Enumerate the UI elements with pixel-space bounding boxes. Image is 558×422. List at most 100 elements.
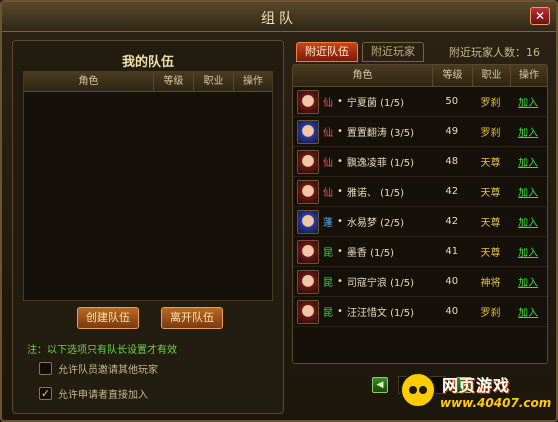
- table-row: 仙 • 宁夏菌 (1/5) 50 罗刹 加入: [293, 87, 547, 117]
- avatar: [297, 89, 319, 114]
- faction-label: 仙: [323, 158, 333, 169]
- avatar: [297, 179, 319, 204]
- column-header-action: 操作: [243, 76, 263, 87]
- tab-nearby-teams[interactable]: 附近队伍: [296, 42, 358, 62]
- role-cell: 仙 • 雅诺、 (1/5): [293, 179, 432, 204]
- level-cell: 42: [445, 186, 459, 197]
- nearby-rows: 仙 • 宁夏菌 (1/5) 50 罗刹 加入仙 • 置置翻涛 (3/5) 49 罗刹 加入仙 • 飘逸凌…: [293, 87, 547, 327]
- column-header-action: 操作: [519, 70, 539, 81]
- column-header-role: 角色: [293, 65, 433, 86]
- nearby-team-list: 角色 等级 职业 操作 仙 • 宁夏菌 (1/5) 50 罗刹 加入仙 • 置置翻涛 (3/5…: [292, 64, 548, 364]
- logo-text: 网页游戏: [442, 376, 511, 395]
- team-window: 组队 ✕ 我的队伍 角色 等级 职业 操作 创建队伍 离开队伍 注：以下选项只有…: [0, 0, 558, 422]
- tab-nearby-players[interactable]: 附近玩家: [362, 42, 424, 62]
- bullet-icon: •: [337, 276, 343, 287]
- job-cell: 天尊: [480, 188, 501, 199]
- allow-direct-join-label: 允许申请者直接加入: [58, 390, 148, 401]
- column-header-role: 角色: [24, 72, 154, 91]
- faction-label: 仙: [323, 188, 333, 199]
- role-cell: 仙 • 置置翻涛 (3/5): [293, 119, 432, 144]
- team-name: 飘逸凌菲 (1/5): [346, 158, 414, 169]
- prev-page-button[interactable]: ◀: [372, 377, 388, 393]
- bullet-icon: •: [337, 186, 343, 197]
- faction-label: 蓬: [323, 218, 333, 229]
- level-cell: 41: [445, 246, 459, 257]
- bullet-icon: •: [337, 156, 343, 167]
- join-button[interactable]: 加入: [509, 154, 547, 169]
- faction-label: 昆: [323, 308, 333, 319]
- close-button[interactable]: ✕: [530, 7, 550, 25]
- table-row: 昆 • 墨香 (1/5) 41 天尊 加入: [293, 237, 547, 267]
- faction-label: 仙: [323, 128, 333, 139]
- window-title: 组队: [261, 11, 297, 27]
- column-header-job: 职业: [473, 65, 511, 86]
- join-button[interactable]: 加入: [509, 184, 547, 199]
- level-cell: 40: [445, 276, 459, 287]
- bullet-icon: •: [337, 246, 343, 257]
- level-cell: 42: [445, 216, 459, 227]
- table-row: 昆 • 司寇宁浪 (1/5) 40 神将 加入: [293, 267, 547, 297]
- job-cell: 罗刹: [480, 128, 501, 139]
- join-button[interactable]: 加入: [509, 214, 547, 229]
- allow-invite-checkbox[interactable]: [39, 362, 52, 375]
- table-row: 仙 • 飘逸凌菲 (1/5) 48 天尊 加入: [293, 147, 547, 177]
- leader-only-note: 注：以下选项只有队长设置才有效: [27, 345, 177, 356]
- job-cell: 天尊: [480, 158, 501, 169]
- role-cell: 蓬 • 水易梦 (2/5): [293, 209, 432, 234]
- faction-label: 仙: [323, 98, 333, 109]
- column-header-level: 等级: [433, 65, 473, 86]
- avatar: [297, 119, 319, 144]
- bullet-icon: •: [337, 216, 343, 227]
- job-cell: 罗刹: [480, 308, 501, 319]
- job-cell: 天尊: [480, 218, 501, 229]
- allow-direct-join-checkbox[interactable]: ✓: [39, 387, 52, 400]
- table-row: 蓬 • 水易梦 (2/5) 42 天尊 加入: [293, 207, 547, 237]
- create-team-button[interactable]: 创建队伍: [77, 307, 139, 329]
- table-row: 昆 • 汪汪惜文 (1/5) 40 罗刹 加入: [293, 297, 547, 327]
- title-bar[interactable]: 组队 ✕: [2, 2, 556, 32]
- avatar: [297, 209, 319, 234]
- my-team-title: 我的队伍: [121, 55, 174, 70]
- team-name: 墨香 (1/5): [346, 248, 394, 259]
- my-team-panel: 我的队伍 角色 等级 职业 操作 创建队伍 离开队伍 注：以下选项只有队长设置才…: [12, 40, 284, 414]
- avatar: [297, 239, 319, 264]
- role-cell: 昆 • 汪汪惜文 (1/5): [293, 299, 432, 324]
- join-button[interactable]: 加入: [509, 94, 547, 109]
- nearby-list-header: 角色 等级 职业 操作: [293, 65, 547, 87]
- nearby-tabs: 附近队伍 附近玩家: [296, 42, 424, 62]
- team-name: 司寇宁浪 (1/5): [346, 278, 414, 289]
- level-cell: 50: [445, 96, 459, 107]
- join-button[interactable]: 加入: [509, 304, 547, 319]
- bullet-icon: •: [337, 126, 343, 137]
- job-cell: 罗刹: [480, 98, 501, 109]
- option-allow-invite[interactable]: 允许队员邀请其他玩家: [39, 361, 158, 376]
- my-team-table: 角色 等级 职业 操作: [23, 71, 273, 301]
- logo-url: www.40407.com: [440, 396, 552, 410]
- join-button[interactable]: 加入: [509, 124, 547, 139]
- team-name: 汪汪惜文 (1/5): [346, 308, 414, 319]
- my-team-table-header: 角色 等级 职业 操作: [24, 72, 272, 92]
- nearby-player-count: 附近玩家人数：16: [449, 46, 540, 59]
- role-cell: 仙 • 飘逸凌菲 (1/5): [293, 149, 432, 174]
- job-cell: 神将: [480, 278, 501, 289]
- team-name: 置置翻涛 (3/5): [346, 128, 414, 139]
- level-cell: 49: [445, 126, 459, 137]
- table-row: 仙 • 置置翻涛 (3/5) 49 罗刹 加入: [293, 117, 547, 147]
- bullet-icon: •: [337, 96, 343, 107]
- bullet-icon: •: [337, 306, 343, 317]
- option-allow-direct-join[interactable]: ✓ 允许申请者直接加入: [39, 386, 148, 401]
- join-button[interactable]: 加入: [509, 274, 547, 289]
- nearby-panel: 附近队伍 附近玩家 附近玩家人数：16 角色 等级 职业 操作 仙 • 宁夏菌 (1…: [292, 40, 548, 414]
- allow-invite-label: 允许队员邀请其他玩家: [58, 365, 158, 376]
- role-cell: 仙 • 宁夏菌 (1/5): [293, 89, 432, 114]
- faction-label: 昆: [323, 248, 333, 259]
- join-button[interactable]: 加入: [509, 244, 547, 259]
- table-row: 仙 • 雅诺、 (1/5) 42 天尊 加入: [293, 177, 547, 207]
- leave-team-button[interactable]: 离开队伍: [161, 307, 223, 329]
- faction-label: 昆: [323, 278, 333, 289]
- column-header-job: 职业: [194, 72, 234, 91]
- level-cell: 40: [445, 306, 459, 317]
- avatar: [297, 269, 319, 294]
- team-name: 水易梦 (2/5): [346, 218, 404, 229]
- team-name: 雅诺、 (1/5): [346, 188, 404, 199]
